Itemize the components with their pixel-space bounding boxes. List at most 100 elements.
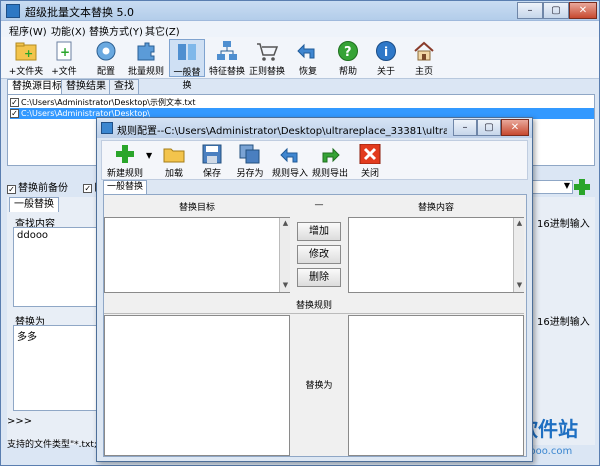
dropdown-arrow-icon[interactable]: ▼ (146, 151, 152, 160)
menu-bar: 程序(W) 功能(X) 替换方式(Y) 其它(Z) (1, 21, 599, 38)
load-button[interactable]: 加载 (156, 143, 192, 179)
add-folder-button[interactable]: + +文件夹 (7, 39, 45, 77)
target-scrollbar[interactable]: ▲ ▼ (279, 218, 290, 292)
add-file-icon: + (56, 41, 72, 61)
other-checkbox[interactable]: ✓ (83, 183, 93, 193)
scroll-up-icon[interactable]: ▲ (515, 219, 524, 228)
prompt-text: >>> (7, 416, 33, 427)
dialog-title: 规则配置--C:\Users\Administrator\Desktop\ult… (117, 126, 447, 137)
export-rule-label: 规则导出 (311, 169, 348, 179)
modify-button[interactable]: 修改 (297, 245, 341, 264)
save-as-label: 另存为 (236, 169, 264, 179)
svg-text:+: + (60, 45, 70, 59)
scroll-down-icon[interactable]: ▼ (515, 281, 524, 290)
feature-replace-icon (217, 41, 237, 60)
add-file-button[interactable]: + +文件 (45, 39, 83, 77)
load-label: 加载 (164, 169, 183, 179)
load-icon (163, 148, 185, 163)
tab-find[interactable]: 查找 (109, 79, 139, 94)
config-label: 配置 (96, 67, 115, 77)
window-title: 超级批量文本替换 5.0 (25, 6, 134, 19)
rule-source-box[interactable] (104, 315, 290, 456)
target-header: 替换目标 (178, 203, 215, 213)
tab-source[interactable]: 替换源目标 (7, 79, 67, 94)
dialog-content: 替换目标 — 替换内容 ▲ ▼ 增加 修改 删除 ▲ ▼ 替换规则 替换为 (103, 194, 527, 457)
replace-field[interactable]: 多多 (13, 325, 101, 411)
rule-target-box[interactable] (348, 315, 524, 456)
batch-rule-button[interactable]: 批量规则 (125, 39, 167, 77)
find-field[interactable]: ddooo (13, 227, 101, 307)
file-checkbox[interactable]: ✓ (10, 98, 19, 107)
feature-replace-button[interactable]: 特征替换 (207, 39, 247, 77)
config-button[interactable]: 配置 (87, 39, 125, 77)
add-file-label: +文件 (51, 67, 77, 77)
scroll-down-icon[interactable]: ▼ (281, 281, 290, 290)
import-rule-label: 规则导入 (271, 169, 308, 179)
regex-replace-button[interactable]: 正则替换 (247, 39, 287, 77)
title-bar: 超级批量文本替换 5.0 – ▢ ✕ (1, 1, 599, 21)
scroll-up-icon[interactable]: ▲ (281, 219, 290, 228)
tab-normal-replace[interactable]: 一般替换 (9, 197, 59, 212)
home-button[interactable]: 主页 (405, 39, 443, 77)
restore-button[interactable]: 恢复 (289, 39, 327, 77)
close-icon (359, 144, 381, 164)
add-button[interactable]: 增加 (297, 222, 341, 241)
content-header: 替换内容 (417, 203, 454, 213)
about-button[interactable]: i 关于 (367, 39, 405, 77)
dialog-icon (101, 122, 113, 134)
menu-program[interactable]: 程序(W) (9, 23, 47, 38)
target-list[interactable]: ▲ ▼ (104, 217, 290, 293)
dialog-maximize-button[interactable]: ▢ (477, 119, 501, 136)
dialog-close-button[interactable]: ✕ (501, 119, 529, 136)
new-rule-button[interactable]: 新建规则 (102, 143, 148, 179)
backup-checkbox[interactable]: ✓ (7, 185, 16, 194)
find-hex-label[interactable]: 16进制输入 (537, 215, 590, 230)
tab-results[interactable]: 替换结果 (61, 79, 111, 94)
normal-replace-button[interactable]: 一般替换 (169, 39, 205, 91)
chevron-down-icon: ▼ (563, 181, 570, 190)
help-icon: ? (338, 41, 358, 61)
svg-text:+: + (24, 47, 33, 60)
dialog-title-bar: 规则配置--C:\Users\Administrator\Desktop\ult… (97, 118, 532, 138)
content-list[interactable]: ▲ ▼ (348, 217, 524, 293)
new-rule-label: 新建规则 (106, 169, 143, 179)
restore-label: 恢复 (298, 67, 317, 77)
feature-replace-label: 特征替换 (208, 67, 245, 77)
menu-replace-mode[interactable]: 替换方式(Y) (89, 23, 143, 38)
about-label: 关于 (376, 67, 395, 77)
home-label: 主页 (414, 67, 433, 77)
find-value: ddooo (17, 230, 49, 241)
file-row[interactable]: ✓ C:\Users\Administrator\Desktop\示例文本.txt (10, 97, 594, 108)
about-icon: i (376, 41, 396, 61)
dialog-toolbar-close-button[interactable]: 关闭 (352, 143, 388, 179)
rule-header: 替换规则 (295, 301, 332, 311)
file-path: C:\Users\Administrator\Desktop\示例文本.txt (21, 98, 196, 107)
restore-icon (297, 43, 315, 59)
green-plus-icon[interactable] (573, 178, 591, 196)
help-button[interactable]: ? 帮助 (329, 39, 367, 77)
minimize-button[interactable]: – (517, 2, 543, 19)
close-button[interactable]: ✕ (569, 2, 597, 19)
main-toolbar: + +文件夹 + +文件 配置 批量规则 一般替换 特征替换 正则替换 恢复 ?… (1, 37, 599, 91)
export-rule-button[interactable]: 规则导出 (310, 143, 350, 179)
menu-other[interactable]: 其它(Z) (145, 23, 180, 38)
save-button[interactable]: 保存 (194, 143, 230, 179)
dialog-tab-normal-replace[interactable]: 一般替换 (103, 180, 148, 194)
dialog-minimize-button[interactable]: – (453, 119, 477, 136)
menu-function[interactable]: 功能(X) (51, 23, 86, 38)
maximize-button[interactable]: ▢ (543, 2, 569, 19)
import-icon (280, 147, 298, 163)
normal-replace-icon (178, 44, 196, 60)
import-rule-button[interactable]: 规则导入 (270, 143, 310, 179)
file-checkbox[interactable]: ✓ (10, 109, 19, 118)
content-scrollbar[interactable]: ▲ ▼ (513, 218, 524, 292)
rule-config-dialog: 规则配置--C:\Users\Administrator\Desktop\ult… (96, 117, 533, 462)
batch-rule-icon (137, 42, 155, 61)
replace-as-label: 替换为 (305, 381, 333, 391)
replace-hex-label[interactable]: 16进制输入 (537, 313, 590, 328)
save-as-button[interactable]: 另存为 (232, 143, 268, 179)
normal-replace-label: 一般替换 (173, 68, 201, 91)
rule-divider (104, 313, 524, 314)
batch-rule-label: 批量规则 (127, 67, 164, 77)
delete-button[interactable]: 删除 (297, 268, 341, 287)
